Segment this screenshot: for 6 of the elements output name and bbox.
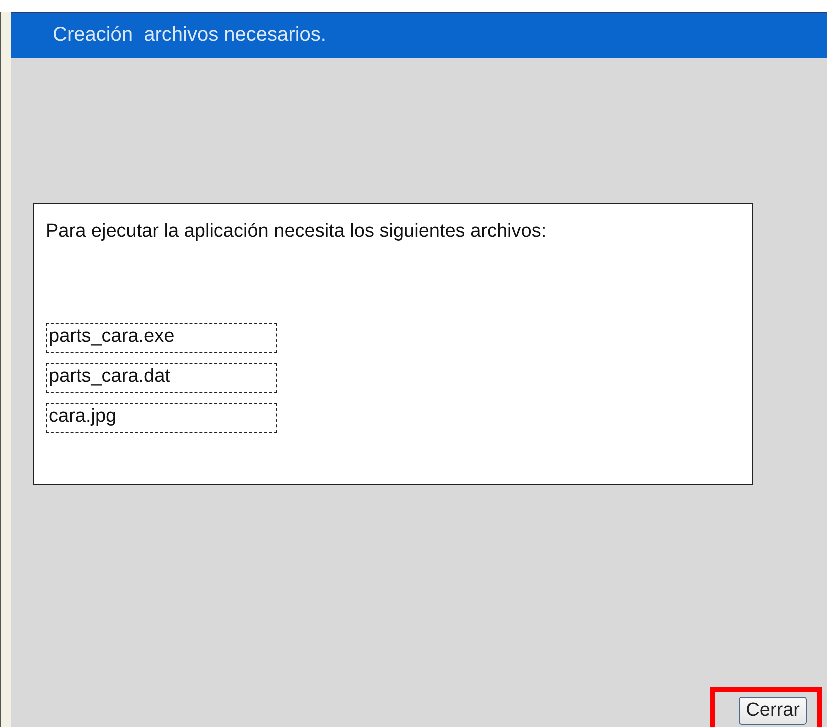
file-name-field: cara.jpg	[46, 403, 277, 433]
close-button[interactable]: Cerrar	[739, 697, 807, 725]
file-name-field: parts_cara.exe	[46, 323, 277, 353]
file-name-field: parts_cara.dat	[46, 363, 277, 393]
message-text: Para ejecutar la aplicación necesita los siguientes archivos:	[46, 220, 548, 243]
window-title: Creación archivos necesarios.	[53, 24, 326, 47]
